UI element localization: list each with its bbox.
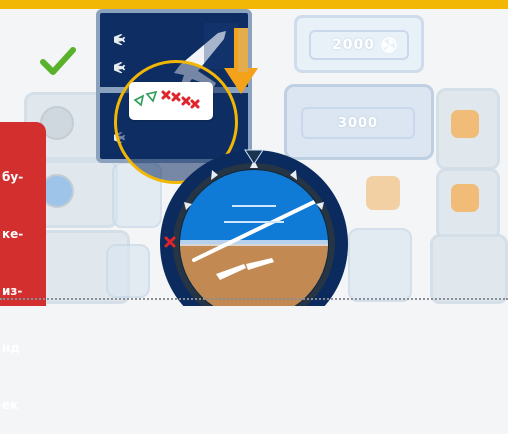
altitude-display-upper: 2000 — [294, 15, 424, 73]
airplane-icon — [114, 62, 126, 74]
check-icon — [40, 47, 76, 75]
attitude-indicator-gauge — [160, 149, 348, 306]
bottom-dotted-line — [0, 298, 508, 300]
altitude-value-upper: 2000 — [332, 37, 375, 53]
side-panel-line: ек — [2, 398, 19, 412]
top-accent-bar — [0, 0, 508, 9]
warning-light-icon — [366, 176, 400, 210]
hits-and-misses-icon — [133, 90, 200, 109]
airplane-icon — [114, 34, 126, 46]
side-panel-line: бу- — [2, 170, 24, 184]
right-panel-lower — [430, 234, 508, 304]
side-panel-line: нд — [2, 341, 20, 355]
hits-card — [129, 82, 213, 120]
altitude-value-lower: 3000 — [337, 115, 379, 131]
warning-light-icon — [451, 184, 479, 212]
warning-light-icon — [451, 110, 479, 138]
fan-icon — [381, 37, 397, 53]
small-panel — [106, 244, 150, 298]
side-panel-text: бу- ке- из- нд ек — [2, 130, 46, 434]
right-inner-panel — [348, 228, 412, 302]
side-panel-line: ке- — [2, 227, 24, 241]
